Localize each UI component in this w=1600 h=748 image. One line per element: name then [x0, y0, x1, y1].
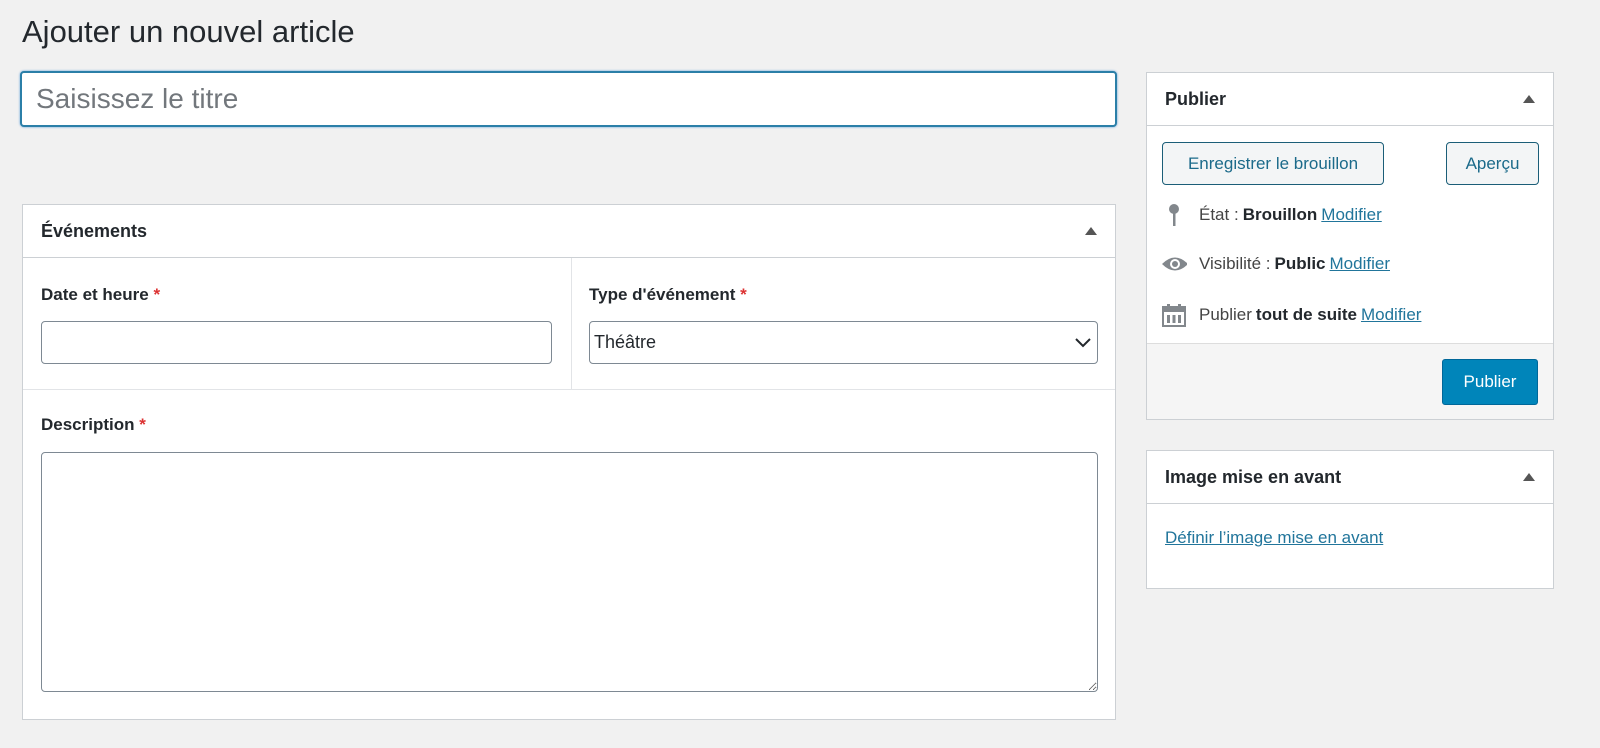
description-label: Description	[41, 415, 135, 434]
visibility-value: Public	[1274, 254, 1326, 273]
calendar-icon	[1161, 303, 1187, 327]
required-mark: *	[740, 285, 747, 304]
type-select-value: Théâtre	[594, 332, 657, 352]
preview-button[interactable]: Aperçu	[1446, 142, 1539, 185]
date-input[interactable]	[41, 321, 552, 364]
date-label: Date et heure	[41, 285, 149, 304]
publish-box: Publier Enregistrer le brouillon Aperçu …	[1146, 72, 1554, 420]
visibility-modify-link[interactable]: Modifier	[1330, 254, 1390, 274]
schedule-value: tout de suite	[1255, 305, 1357, 324]
publish-heading: Publier	[1165, 88, 1227, 109]
events-header: Événements	[23, 205, 1115, 258]
publish-header: Publier	[1147, 73, 1553, 126]
schedule-modify-link[interactable]: Modifier	[1361, 305, 1421, 325]
publish-button[interactable]: Publier	[1442, 359, 1538, 405]
required-mark: *	[139, 415, 146, 434]
status-value: Brouillon	[1242, 205, 1318, 224]
save-draft-button[interactable]: Enregistrer le brouillon	[1162, 142, 1384, 185]
featured-image-heading: Image mise en avant	[1165, 466, 1342, 487]
events-box: Événements Date et heure * Type d'événem…	[22, 204, 1116, 720]
status-modify-link[interactable]: Modifier	[1321, 205, 1381, 225]
featured-image-header: Image mise en avant	[1147, 451, 1553, 504]
description-textarea[interactable]	[41, 452, 1098, 692]
collapse-toggle-icon[interactable]	[1523, 95, 1535, 103]
set-featured-image-link[interactable]: Définir l’image mise en avant	[1165, 528, 1383, 548]
collapse-toggle-icon[interactable]	[1085, 227, 1097, 235]
events-heading: Événements	[41, 220, 148, 241]
collapse-toggle-icon[interactable]	[1523, 473, 1535, 481]
status-row: État : Brouillon Modifier	[1161, 203, 1382, 227]
featured-image-box: Image mise en avant Définir l’image mise…	[1146, 450, 1554, 589]
eye-icon	[1161, 255, 1187, 273]
required-mark: *	[153, 285, 161, 304]
schedule-row: Publier tout de suite Modifier	[1161, 303, 1421, 327]
chevron-down-icon	[1075, 337, 1091, 347]
pin-icon	[1161, 203, 1187, 227]
page-title: Ajouter un nouvel article	[22, 14, 355, 49]
type-select[interactable]: Théâtre	[589, 321, 1098, 364]
title-input[interactable]	[20, 71, 1117, 127]
type-label: Type d'événement	[589, 285, 736, 304]
visibility-row: Visibilité : Public Modifier	[1161, 254, 1390, 274]
